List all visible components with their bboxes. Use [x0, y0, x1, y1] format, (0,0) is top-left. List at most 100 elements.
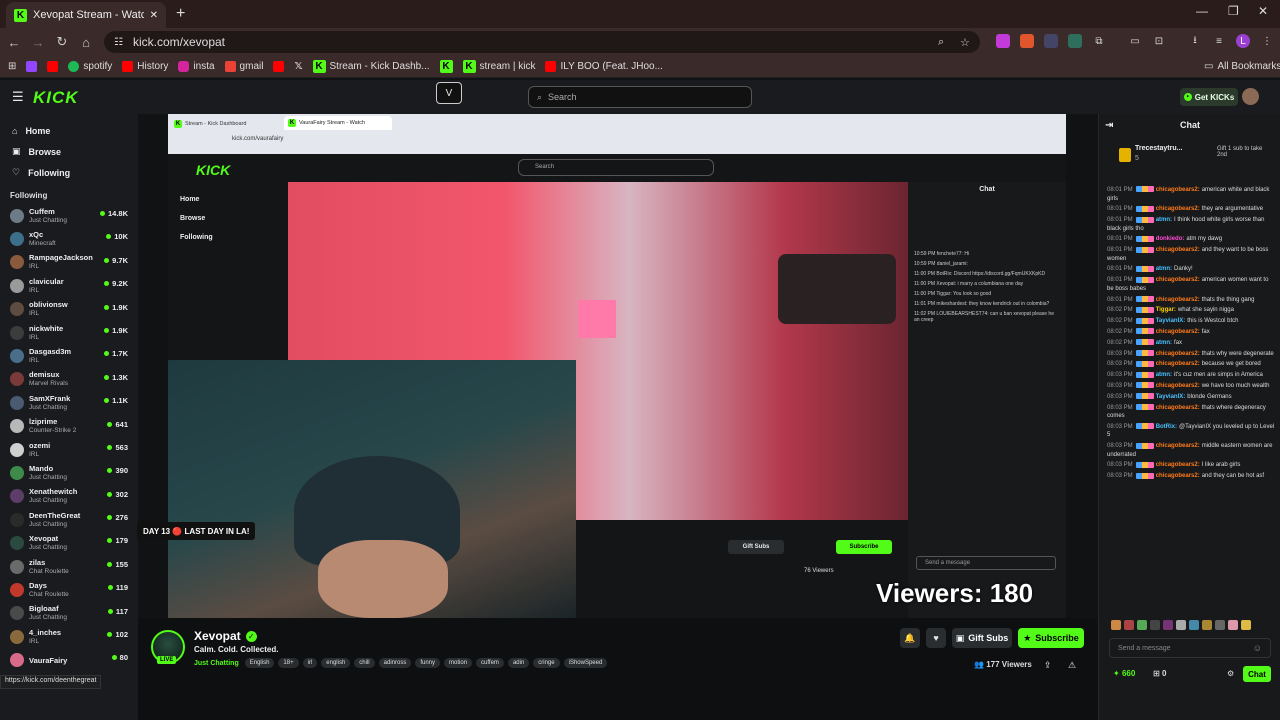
- message-username[interactable]: TayvianIX:: [1156, 318, 1186, 324]
- subscribe-button[interactable]: ★ Subscribe: [1018, 628, 1084, 648]
- following-channel[interactable]: Cuffem Just Chatting 14.8K: [0, 204, 138, 227]
- stream-tag[interactable]: adin: [507, 658, 530, 668]
- following-channel[interactable]: SamXFrank Just Chatting 1.1K: [0, 391, 138, 414]
- stream-tag[interactable]: adinross: [378, 658, 412, 668]
- message-username[interactable]: atmn:: [1156, 372, 1172, 378]
- bookmark-star-icon[interactable]: ☆: [960, 36, 970, 49]
- message-username[interactable]: chicagobears2:: [1156, 247, 1200, 253]
- message-username[interactable]: chicagobears2:: [1156, 187, 1200, 193]
- following-channel[interactable]: oblivionsw IRL 1.9K: [0, 298, 138, 321]
- stream-tag[interactable]: cuffem: [476, 658, 504, 668]
- following-channel[interactable]: Bigloaaf Just Chatting 117: [0, 602, 138, 625]
- message-username[interactable]: TayvianIX:: [1156, 394, 1186, 400]
- chat-input[interactable]: Send a message ☺: [1109, 638, 1271, 658]
- stream-tag[interactable]: irl: [302, 658, 318, 668]
- close-window-button[interactable]: ✕: [1258, 4, 1268, 18]
- stream-tag[interactable]: funny: [415, 658, 441, 668]
- message-username[interactable]: chicagobears2:: [1156, 473, 1200, 479]
- message-username[interactable]: chicagobears2:: [1156, 462, 1200, 468]
- tabsearch-icon[interactable]: ≡: [1212, 34, 1226, 48]
- kicks-balance[interactable]: ✦ 660: [1113, 669, 1135, 678]
- bookmark-ily-boo[interactable]: ILY BOO (Feat. JHoo...: [545, 61, 663, 72]
- message-username[interactable]: chicagobears2:: [1156, 351, 1200, 357]
- follow-heart-icon[interactable]: ♥: [926, 628, 946, 648]
- following-channel[interactable]: clavicular IRL 9.2K: [0, 274, 138, 297]
- new-tab-button[interactable]: +: [176, 5, 185, 23]
- following-channel[interactable]: xQc Minecraft 10K: [0, 227, 138, 250]
- home-icon[interactable]: ⌂: [74, 35, 98, 50]
- bookmark-stream-kick[interactable]: Kstream | kick: [462, 60, 535, 73]
- following-channel[interactable]: Days Chat Roulette 119: [0, 578, 138, 601]
- puzzle-icon[interactable]: ⧉: [1092, 34, 1106, 48]
- zoom-icon[interactable]: ⌕: [938, 36, 944, 49]
- reload-icon[interactable]: ↻: [50, 34, 74, 50]
- site-info-icon[interactable]: ☷: [114, 37, 123, 48]
- gift-subs-button[interactable]: ▣ Gift Subs: [952, 628, 1012, 648]
- following-channel[interactable]: DeenTheGreat Just Chatting 276: [0, 508, 138, 531]
- menu-icon[interactable]: ☰: [12, 89, 24, 105]
- extension-icon[interactable]: [1068, 34, 1082, 48]
- kick-logo[interactable]: KICK: [33, 88, 79, 108]
- following-channel[interactable]: Xenathewitch Just Chatting 302: [0, 485, 138, 508]
- stream-tag[interactable]: English: [244, 658, 275, 668]
- chat-send-button[interactable]: Chat: [1243, 666, 1271, 682]
- following-channel[interactable]: ozemi IRL 563: [0, 438, 138, 461]
- following-channel[interactable]: RampageJackson IRL 9.7K: [0, 251, 138, 274]
- youtube-icon[interactable]: [273, 61, 285, 72]
- maximize-button[interactable]: ❐: [1228, 4, 1239, 18]
- message-username[interactable]: atmn:: [1156, 266, 1172, 272]
- nav-following[interactable]: ♡ Following: [0, 162, 138, 183]
- following-channel[interactable]: Mando Just Chatting 390: [0, 461, 138, 484]
- extension-icon[interactable]: [996, 34, 1010, 48]
- bookmark-gmail[interactable]: gmail: [224, 61, 263, 72]
- url-field[interactable]: ☷ kick.com/xevopat ⌕ ☆: [104, 31, 980, 53]
- close-tab-icon[interactable]: ✕: [150, 10, 158, 21]
- get-kicks-button[interactable]: • Get KICKs: [1180, 88, 1238, 106]
- following-channel[interactable]: 4_inches IRL 102: [0, 625, 138, 648]
- youtube-icon[interactable]: [47, 61, 59, 72]
- following-channel[interactable]: demisux Marvel Rivals 1.3K: [0, 368, 138, 391]
- settings-icon[interactable]: ⚙: [1227, 669, 1234, 678]
- share-icon[interactable]: ⇪: [1044, 660, 1052, 671]
- following-channel[interactable]: VauraFairy 80: [0, 648, 138, 671]
- kick-favicon-icon[interactable]: K: [439, 60, 453, 73]
- extension-icon[interactable]: [1020, 34, 1034, 48]
- tab-active[interactable]: K Xevopat Stream - Watch Li ✕: [6, 2, 166, 28]
- message-username[interactable]: chicagobears2:: [1156, 405, 1200, 411]
- profile-avatar[interactable]: L: [1236, 34, 1250, 48]
- stream-tag[interactable]: english: [321, 658, 351, 668]
- download-icon[interactable]: ⭳: [1188, 34, 1202, 48]
- stream-tag[interactable]: iShowSpeed: [563, 658, 608, 668]
- following-channel[interactable]: Dasgasd3m IRL 1.7K: [0, 344, 138, 367]
- all-bookmarks[interactable]: ▭ All Bookmarks: [1204, 61, 1280, 72]
- back-icon[interactable]: ←: [2, 35, 26, 50]
- screenshot-icon[interactable]: ⊡: [1152, 34, 1166, 48]
- message-username[interactable]: chicagobears2:: [1156, 206, 1200, 212]
- nav-home[interactable]: ⌂ Home: [0, 120, 138, 141]
- minimize-button[interactable]: —: [1196, 4, 1208, 18]
- user-avatar[interactable]: [1242, 88, 1259, 105]
- message-username[interactable]: chicagobears2:: [1156, 277, 1200, 283]
- bookmark-kick-dashboard[interactable]: K Stream - Kick Dashb...: [312, 60, 430, 73]
- message-username[interactable]: chicagobears2:: [1156, 329, 1200, 335]
- stream-tag[interactable]: chill: [354, 658, 375, 668]
- message-username[interactable]: chicagobears2:: [1156, 297, 1200, 303]
- following-channel[interactable]: Xevopat Just Chatting 179: [0, 531, 138, 554]
- twitch-icon[interactable]: [26, 61, 38, 72]
- points-balance[interactable]: ⊞ 0: [1153, 669, 1166, 678]
- following-channel[interactable]: nickwhite IRL 1.9K: [0, 321, 138, 344]
- message-username[interactable]: chicagobears2:: [1156, 361, 1200, 367]
- message-username[interactable]: BotRix:: [1156, 424, 1177, 430]
- message-username[interactable]: atmn:: [1156, 340, 1172, 346]
- stream-tag[interactable]: 18+: [278, 658, 299, 668]
- following-channel[interactable]: lziprime Counter-Strike 2 641: [0, 415, 138, 438]
- message-username[interactable]: atmn:: [1156, 217, 1172, 223]
- nav-browse[interactable]: ▣ Browse: [0, 141, 138, 162]
- emoji-icon[interactable]: ☺: [1253, 643, 1262, 653]
- stream-tag[interactable]: cringe: [533, 658, 560, 668]
- category-link[interactable]: Just Chatting: [194, 660, 239, 667]
- message-username[interactable]: donkiedo:: [1156, 236, 1185, 242]
- browser-menu-icon[interactable]: ⋮: [1260, 34, 1274, 48]
- message-username[interactable]: chicagobears2:: [1156, 443, 1200, 449]
- extension-icon[interactable]: [1044, 34, 1058, 48]
